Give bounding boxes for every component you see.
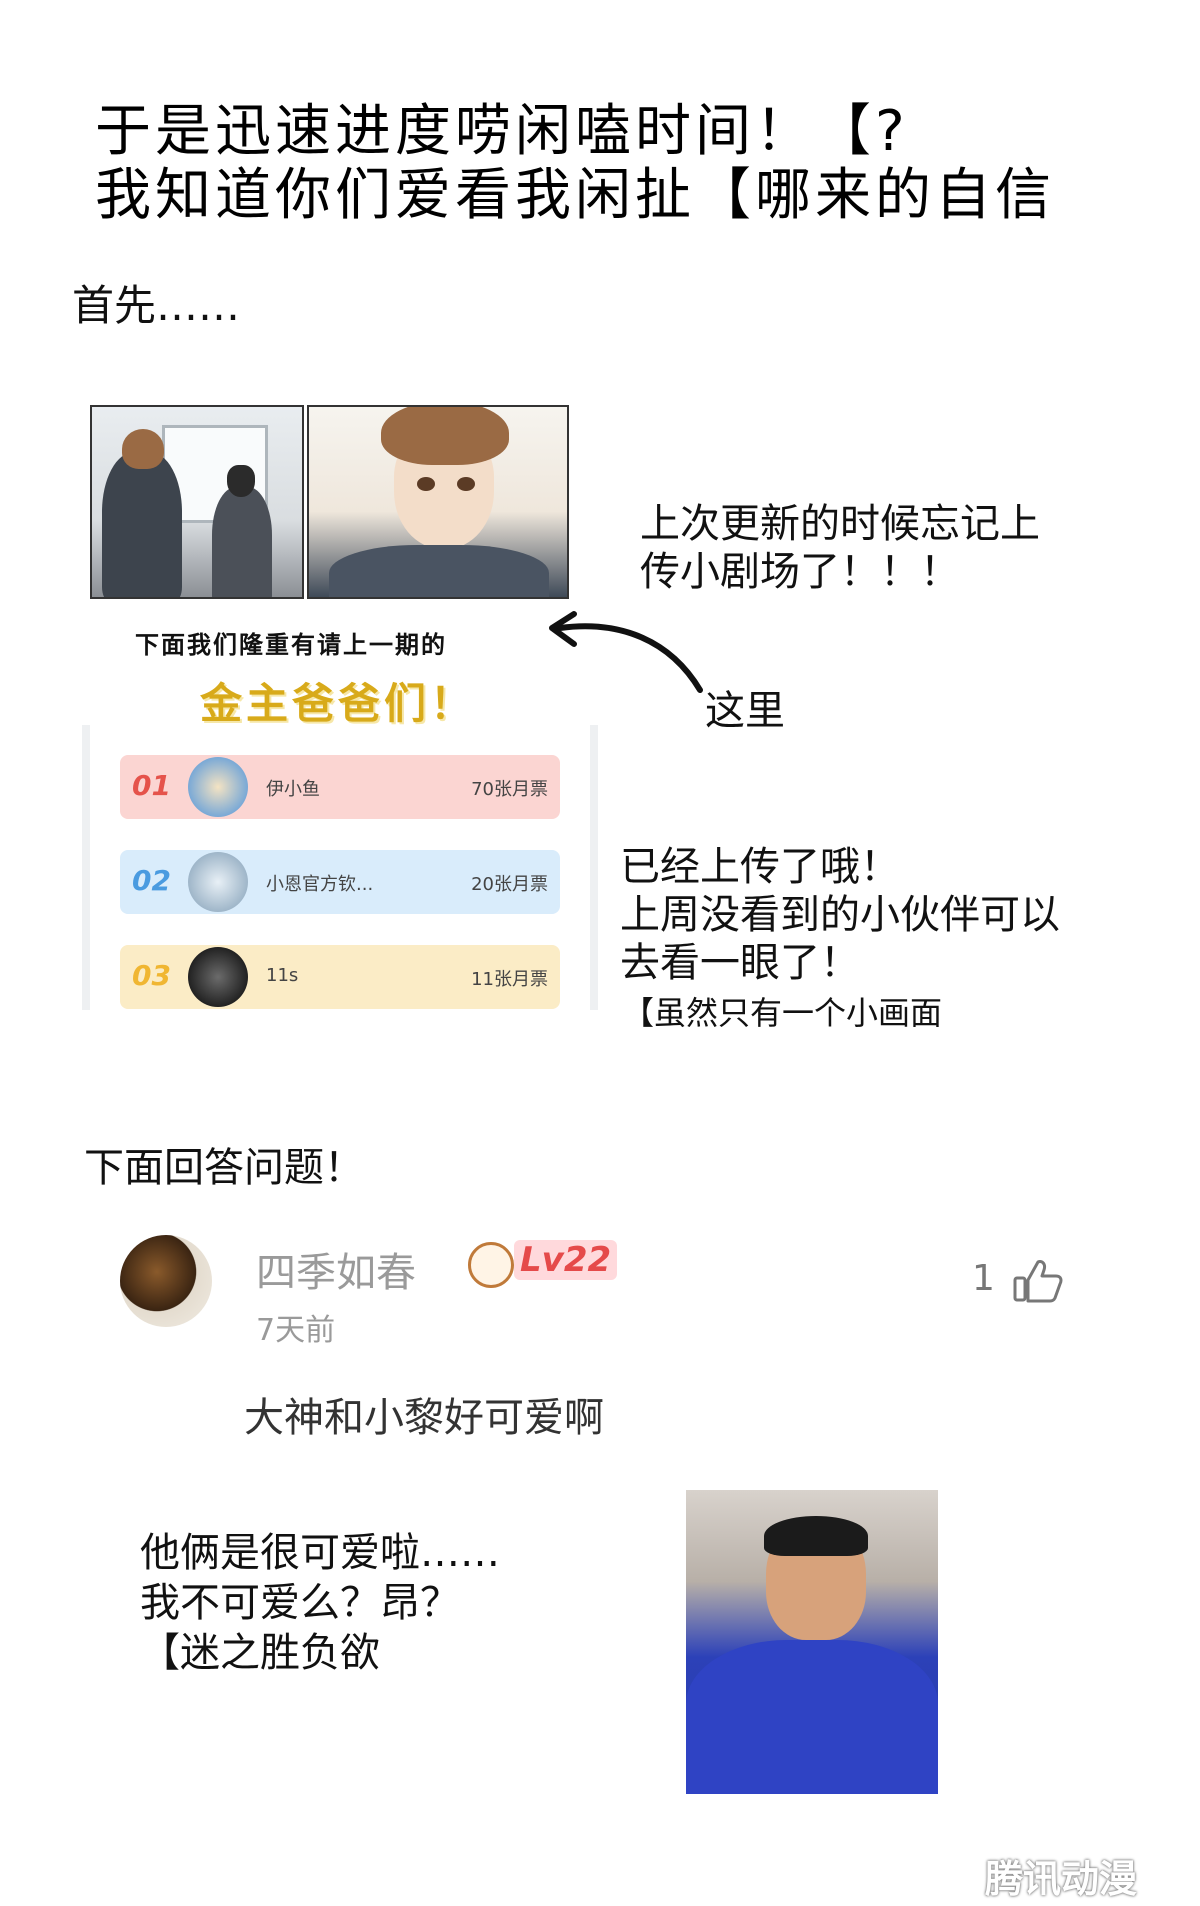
reply-line-3: 【迷之胜负欲 bbox=[140, 1630, 380, 1676]
figure-front-illustration bbox=[212, 487, 272, 597]
hair-illustration bbox=[122, 429, 164, 469]
sponsor-title: 金主爸爸们！ bbox=[200, 679, 477, 728]
figure-back-illustration bbox=[102, 452, 182, 597]
upload-note-line-3: 去看一眼了！ bbox=[620, 940, 860, 986]
comic-panel-left bbox=[90, 405, 304, 599]
eye-illustration bbox=[457, 477, 475, 491]
comic-panel-right bbox=[307, 405, 569, 599]
head-illustration bbox=[227, 465, 255, 497]
qa-heading: 下面回答问题！ bbox=[84, 1145, 364, 1191]
reply-line-1: 他俩是很可爱啦…… bbox=[140, 1530, 500, 1576]
rank-number: 01 bbox=[132, 769, 171, 802]
rank-number: 03 bbox=[132, 959, 171, 992]
sponsor-subtitle: 下面我们隆重有请上一期的 bbox=[135, 631, 447, 659]
ticket-count: 20张月票 bbox=[471, 874, 548, 895]
avatar bbox=[188, 757, 248, 817]
curved-arrow-icon bbox=[549, 611, 703, 693]
ticket-count: 11张月票 bbox=[471, 969, 548, 990]
thumbs-up-icon[interactable] bbox=[1012, 1258, 1064, 1304]
update-note-line-1: 上次更新的时候忘记上 bbox=[640, 501, 1040, 547]
intro-text: 首先…… bbox=[72, 281, 241, 330]
update-note-line-2: 传小剧场了！！！ bbox=[640, 549, 960, 595]
upload-note-aside: 【虽然只有一个小画面 bbox=[622, 994, 943, 1032]
avatar bbox=[188, 947, 248, 1007]
like-count: 1 bbox=[972, 1258, 995, 1299]
author-reply: 他俩是很可爱啦…… 我不可爱么？昂？ 【迷之胜负欲 bbox=[140, 1528, 500, 1678]
pointer-label: 这里 bbox=[705, 688, 785, 734]
hair-illustration bbox=[381, 407, 509, 465]
comment-text: 大神和小黎好可爱啊 bbox=[244, 1395, 604, 1441]
eye-illustration bbox=[417, 477, 435, 491]
sponsor-name: 伊小鱼 bbox=[266, 779, 320, 800]
upload-note-line-2: 上周没看到的小伙伴可以 bbox=[620, 892, 1060, 938]
level-badge: Lv22 bbox=[514, 1240, 618, 1280]
uniform-illustration bbox=[329, 545, 549, 597]
leaderboard-row[interactable]: 02 小恩官方钦... 20张月票 bbox=[120, 850, 560, 914]
comment-username[interactable]: 四季如春 bbox=[256, 1240, 416, 1298]
watermark-logo: 腾讯动漫 bbox=[985, 1857, 1138, 1901]
leaderboard-row[interactable]: 01 伊小鱼 70张月票 bbox=[120, 755, 560, 819]
sponsor-leaderboard: 01 伊小鱼 70张月票 02 小恩官方钦... 20张月票 03 11s 11张月票 bbox=[82, 725, 598, 1010]
ticket-count: 70张月票 bbox=[471, 779, 548, 800]
level-badge-icon bbox=[468, 1242, 514, 1288]
rank-number: 02 bbox=[132, 864, 171, 897]
leaderboard-row[interactable]: 03 11s 11张月票 bbox=[120, 945, 560, 1009]
update-note: 上次更新的时候忘记上 传小剧场了！！！ bbox=[640, 500, 1040, 596]
upload-note-line-1: 已经上传了哦！ bbox=[620, 844, 900, 890]
upload-note: 已经上传了哦！ 上周没看到的小伙伴可以 去看一眼了！ bbox=[620, 843, 1060, 987]
avatar bbox=[188, 852, 248, 912]
reply-line-2: 我不可爱么？昂？ bbox=[140, 1580, 460, 1626]
sponsor-name: 11s bbox=[266, 965, 299, 986]
reaction-photo bbox=[686, 1490, 938, 1794]
sponsor-name: 小恩官方钦... bbox=[266, 874, 374, 895]
jacket-illustration bbox=[686, 1640, 938, 1794]
hair-illustration bbox=[764, 1516, 868, 1556]
comment-timestamp: 7天前 bbox=[256, 1313, 336, 1348]
avatar[interactable] bbox=[120, 1235, 212, 1327]
title-line-2: 我知道你们爱看我闲扯【哪来的自信 bbox=[95, 163, 1055, 228]
